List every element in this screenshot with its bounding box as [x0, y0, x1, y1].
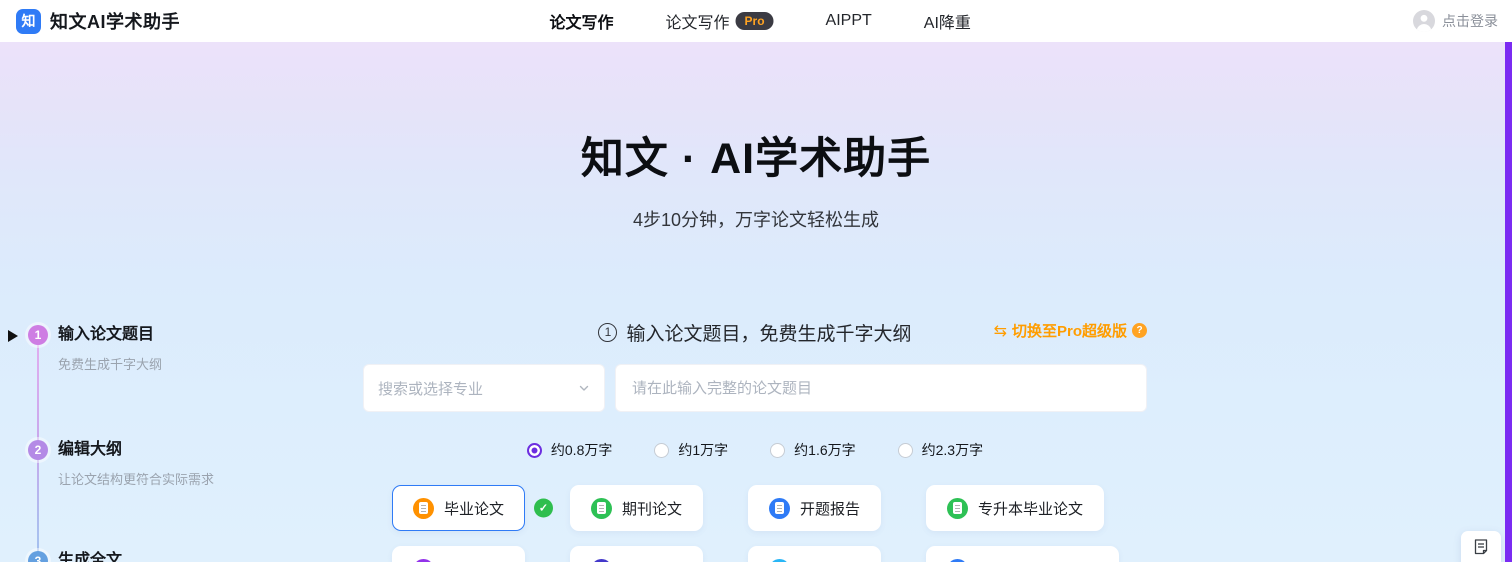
radio-icon [526, 442, 542, 458]
nav-tab-paper-writing[interactable]: 论文写作 [550, 9, 614, 33]
paper-type-grid: 毕业论文 ✓ 期刊论文 开题报告 专升本毕业论文 期末论文 课程论文 [392, 485, 1147, 562]
paper-type-upgrade-thesis[interactable]: 专升本毕业论文 [926, 485, 1105, 531]
step-3: 3 生成全文 生成格式完整的论文初稿 [0, 551, 201, 562]
paper-type-label: 期刊论文 [622, 500, 683, 518]
document-icon [413, 558, 434, 562]
step-3-number: 3 [28, 551, 48, 562]
nav-tab-aippt[interactable]: AIPPT [826, 12, 872, 30]
document-lines-icon [1474, 539, 1488, 555]
paper-type-label: 开题报告 [800, 500, 861, 518]
step-2-desc: 让论文结构更符合实际需求 [58, 472, 215, 487]
title-form: 1 输入论文题目，免费生成千字大纲 ⇆ 切换至Pro超级版 ? 搜索或选择专业 … [363, 319, 1147, 562]
radio-icon [897, 442, 913, 458]
paper-type-internship-report[interactable]: 实习报告 [748, 546, 882, 562]
length-label: 约0.8万字 [550, 442, 613, 458]
document-icon [591, 497, 612, 519]
form-heading: 1 输入论文题目，免费生成千字大纲 [598, 319, 912, 346]
main-nav: 论文写作 论文写作 Pro AIPPT AI降重 [550, 0, 971, 42]
sample-examples-button[interactable]: 范文 示例 [1461, 531, 1501, 562]
help-icon[interactable]: ? [1132, 323, 1147, 338]
paper-type-label: 专升本毕业论文 [978, 500, 1084, 518]
document-icon [591, 558, 612, 562]
document-icon [413, 497, 434, 519]
step-1-desc: 免费生成千字大纲 [58, 357, 163, 372]
radio-icon [654, 442, 670, 458]
heading-step-number-icon: 1 [598, 322, 618, 342]
steps-sidebar: 1 输入论文题目 免费生成千字大纲 2 编辑大纲 让论文结构更符合实际需求 3 … [0, 325, 270, 562]
form-heading-row: 1 输入论文题目，免费生成千字大纲 ⇆ 切换至Pro超级版 ? [363, 319, 1147, 345]
form-heading-text: 输入论文题目，免费生成千字大纲 [626, 323, 912, 345]
hero-section: 知文 · AI学术助手 4步10分钟，万字论文轻松生成 1 输入论文题目 免费生… [0, 42, 1512, 562]
switch-to-pro-link[interactable]: ⇆ 切换至Pro超级版 ? [994, 320, 1147, 341]
nav-tab-ai-rewrite[interactable]: AI降重 [924, 9, 971, 33]
paper-type-label: 期末论文 [444, 559, 504, 562]
paper-title-input[interactable] [615, 364, 1147, 412]
length-option-0.8w[interactable]: 约0.8万字 [526, 440, 613, 460]
nav-tab-label: 论文写作 [549, 15, 614, 32]
paper-type-term-paper[interactable]: 期末论文 [392, 546, 526, 562]
paper-type-label: 大学生创业规划书 [978, 559, 1098, 562]
nav-tab-label: AI降重 [923, 15, 971, 32]
login-button[interactable]: 点击登录 [1413, 0, 1498, 42]
page-subtitle: 4步10分钟，万字论文轻松生成 [632, 210, 880, 230]
step-1: 1 输入论文题目 免费生成千字大纲 [0, 325, 162, 373]
scrollbar[interactable] [1505, 42, 1512, 562]
step-3-title: 生成全文 [58, 552, 123, 562]
length-option-1w[interactable]: 约1万字 [654, 440, 728, 460]
nav-tab-paper-writing-pro[interactable]: 论文写作 Pro [666, 9, 774, 33]
major-select-placeholder: 搜索或选择专业 [378, 380, 484, 398]
app-title: 知文AI学术助手 [50, 12, 180, 32]
step-1-number: 1 [28, 325, 48, 345]
paper-type-label: 实习报告 [800, 559, 860, 562]
length-label: 约2.3万字 [921, 442, 984, 458]
paper-type-graduation-thesis[interactable]: 毕业论文 ✓ [392, 485, 554, 531]
paper-type-startup-plan[interactable]: 大学生创业规划书 [926, 546, 1120, 562]
length-options: 约0.8万字 约1万字 约1.6万字 约2.3万字 [363, 440, 1147, 460]
document-icon [947, 558, 968, 562]
paper-type-course-paper[interactable]: 课程论文 [570, 546, 704, 562]
document-icon [947, 497, 968, 519]
top-navbar: 知 知文AI学术助手 论文写作 论文写作 Pro AIPPT AI降重 点击登录 [0, 0, 1512, 42]
document-icon [769, 497, 790, 519]
step-2-number: 2 [28, 440, 48, 460]
brand[interactable]: 知 知文AI学术助手 [16, 8, 180, 34]
chevron-down-icon [579, 385, 589, 391]
paper-type-journal-paper[interactable]: 期刊论文 [570, 485, 704, 531]
check-icon: ✓ [534, 498, 554, 518]
paper-type-proposal-report[interactable]: 开题报告 [748, 485, 882, 531]
nav-tab-label: 论文写作 [665, 15, 730, 32]
length-option-1.6w[interactable]: 约1.6万字 [770, 440, 856, 460]
length-label: 约1万字 [678, 442, 729, 458]
swap-icon: ⇆ [993, 322, 1007, 340]
login-label: 点击登录 [1442, 13, 1498, 29]
page-title: 知文 · AI学术助手 [580, 135, 932, 183]
paper-type-label: 课程论文 [622, 559, 682, 562]
length-label: 约1.6万字 [794, 442, 856, 458]
step-2-title: 编辑大纲 [58, 441, 123, 458]
avatar-icon [1413, 10, 1435, 32]
radio-icon [770, 442, 786, 458]
nav-tab-label: AIPPT [825, 12, 872, 29]
major-select[interactable]: 搜索或选择专业 [363, 364, 605, 412]
switch-to-pro-label: 切换至Pro超级版 [1011, 323, 1127, 340]
paper-type-label: 毕业论文 [444, 500, 505, 518]
inputs-row: 搜索或选择专业 [363, 364, 1147, 412]
step-1-title: 输入论文题目 [58, 326, 155, 343]
document-icon [769, 558, 790, 562]
length-option-2.3w[interactable]: 约2.3万字 [897, 440, 984, 460]
pro-badge: Pro [735, 11, 774, 31]
current-step-pointer-icon [8, 330, 18, 342]
step-2: 2 编辑大纲 让论文结构更符合实际需求 [0, 440, 214, 488]
app-logo-icon: 知 [16, 8, 41, 34]
